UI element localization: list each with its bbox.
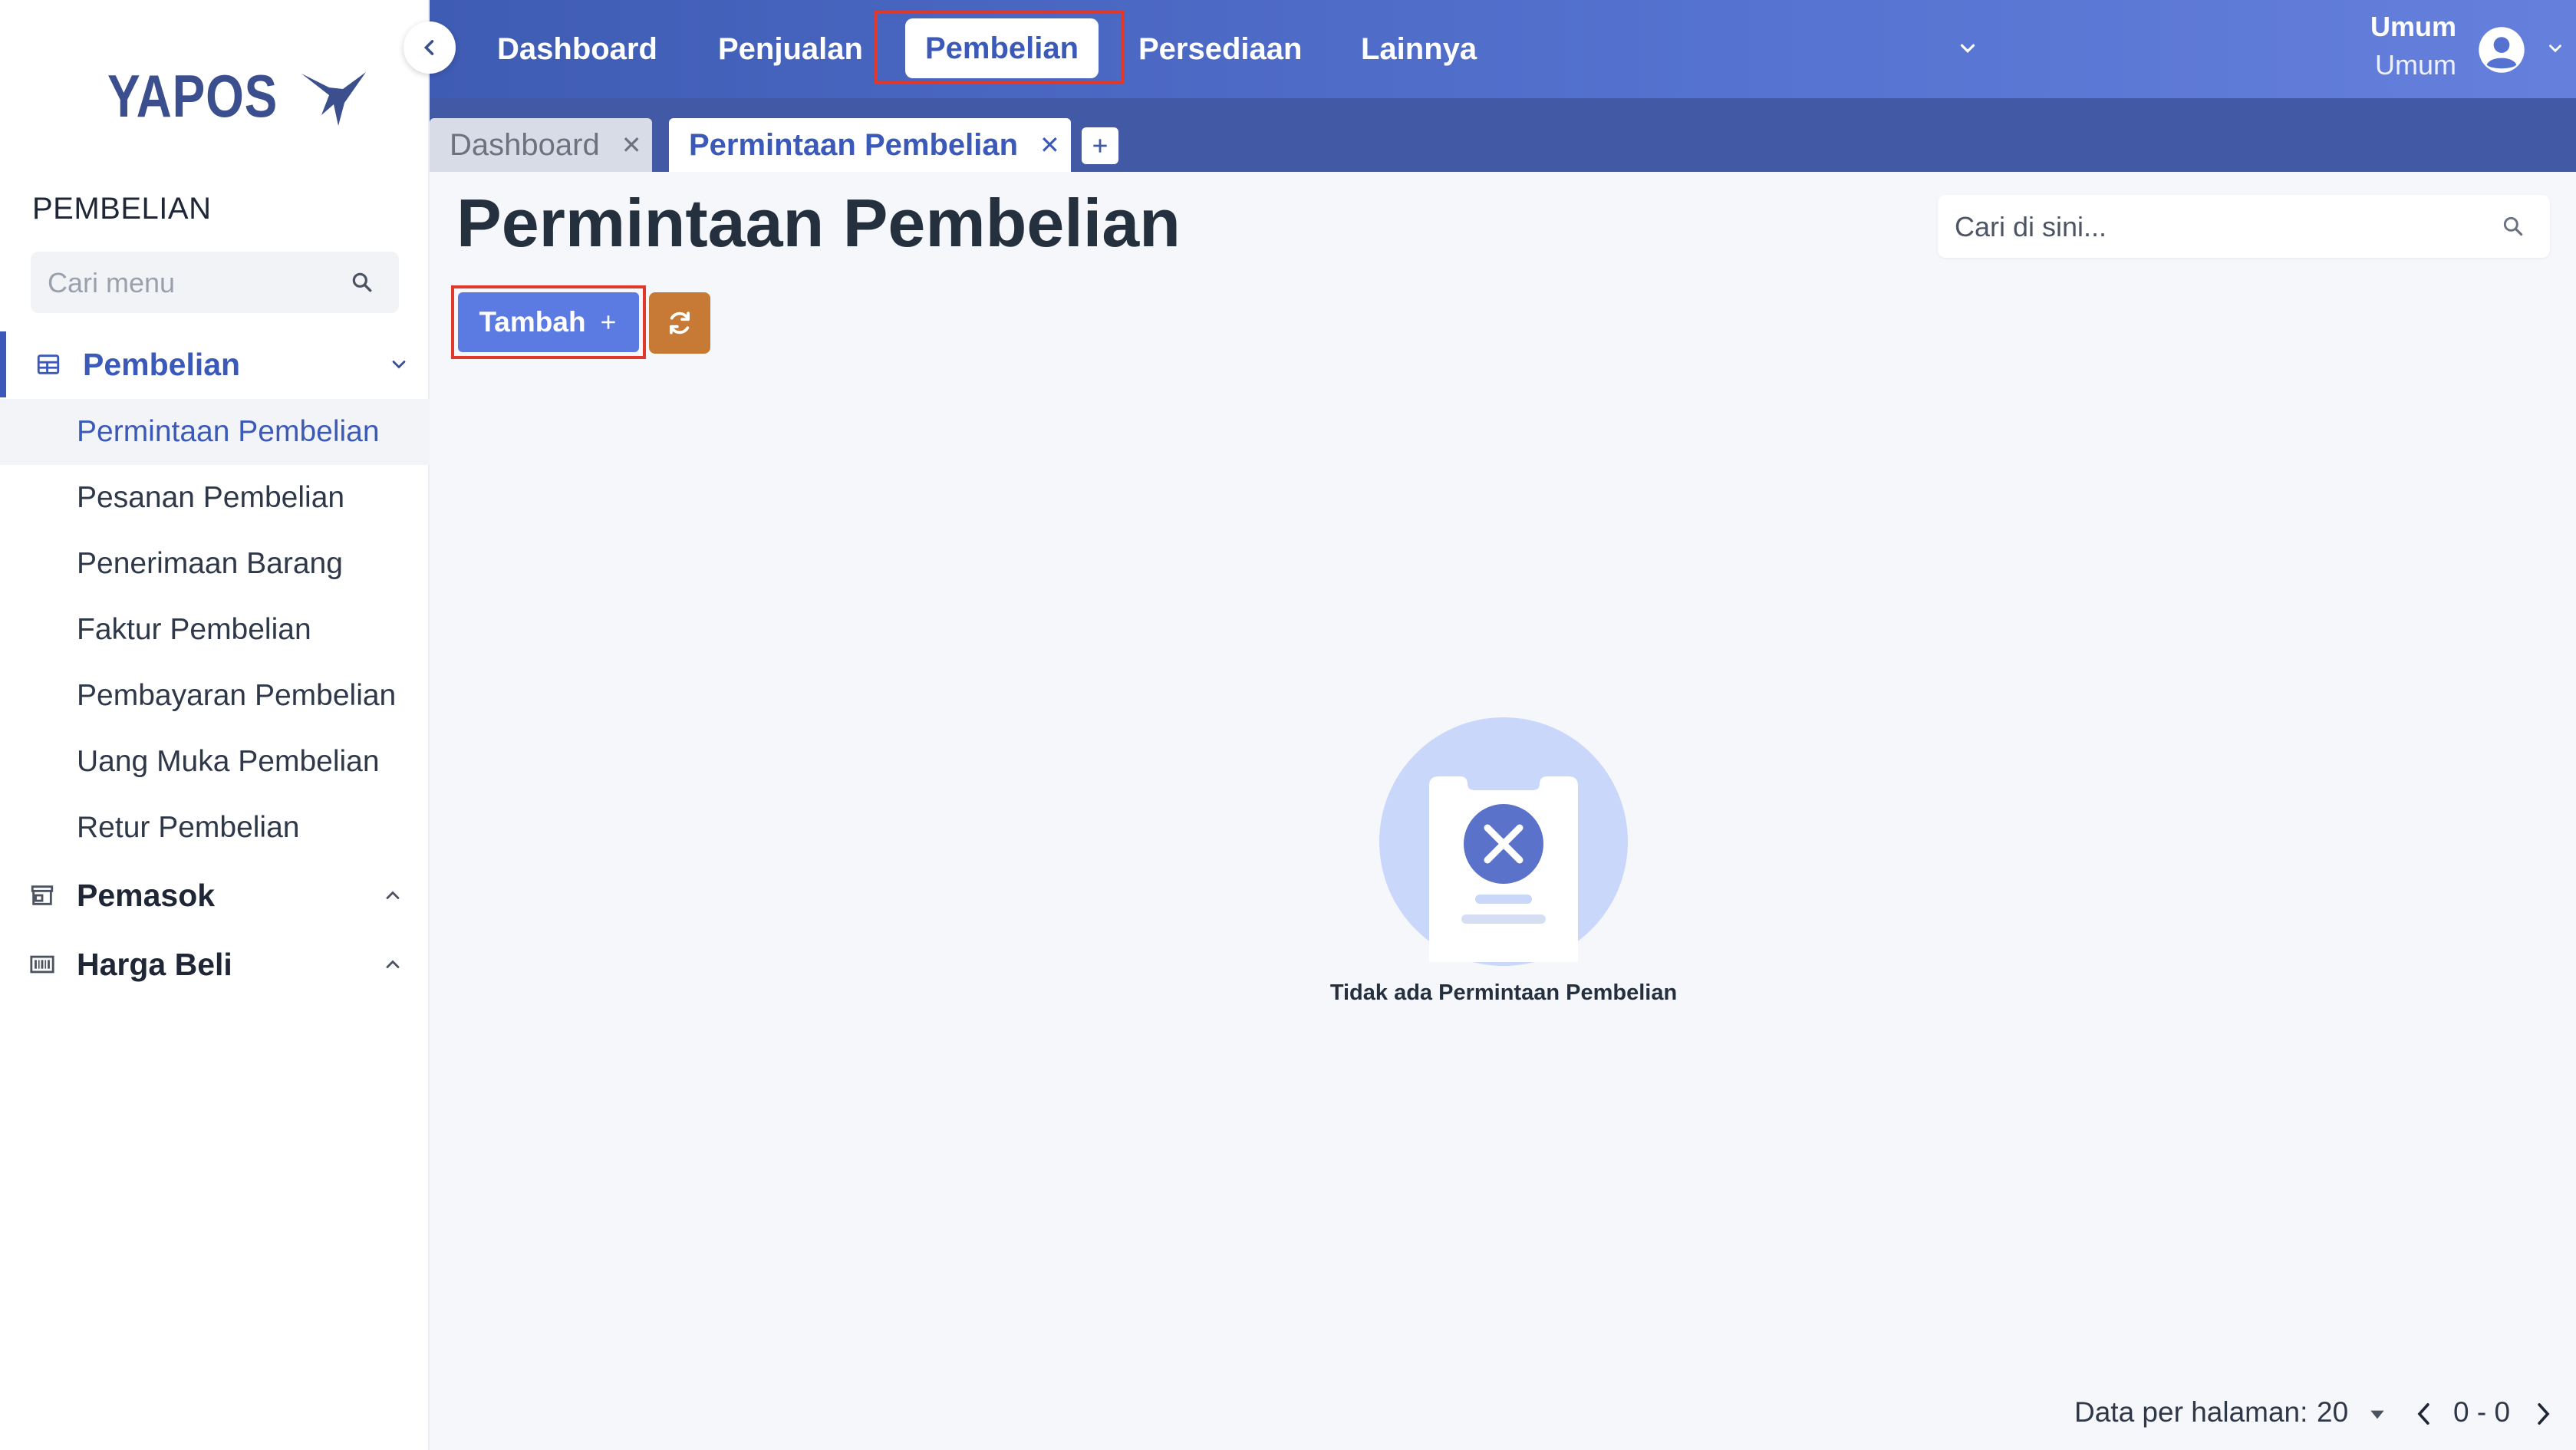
sidebar: YAPOS PEMBELIAN Pembelian Permintaan Pem… <box>0 0 430 1450</box>
empty-document-icon <box>1379 717 1628 966</box>
tab-permintaan-pembelian[interactable]: Permintaan Pembelian ✕ <box>669 118 1071 172</box>
nav-pembelian[interactable]: Pembelian <box>905 18 1099 78</box>
top-navigation-bar: Dashboard Penjualan Pembelian Persediaan… <box>430 0 2576 98</box>
nav-dashboard[interactable]: Dashboard <box>497 0 657 98</box>
user-menu[interactable]: Umum Umum <box>2346 0 2576 98</box>
barcode-icon <box>30 955 54 974</box>
chevron-right-icon[interactable] <box>2532 1401 2555 1427</box>
search-icon[interactable] <box>350 270 374 295</box>
sidebar-collapse-button[interactable] <box>404 21 456 74</box>
user-name: Umum <box>2370 11 2456 42</box>
caret-down-icon[interactable] <box>2367 1407 2387 1422</box>
add-tab-button[interactable] <box>1082 127 1118 164</box>
search-icon[interactable] <box>2501 214 2525 239</box>
chevron-up-icon <box>386 891 400 899</box>
plus-icon <box>1093 139 1107 153</box>
sidebar-group-label: Harga Beli <box>77 946 232 982</box>
sidebar-item-label: Pembayaran Pembelian <box>77 679 397 712</box>
table-icon <box>37 354 60 374</box>
menu-search <box>31 252 399 315</box>
menu-search-input[interactable] <box>46 252 356 315</box>
sidebar-item-label: Retur Pembelian <box>77 811 300 844</box>
chevron-up-icon <box>386 960 400 968</box>
tab-dashboard[interactable]: Dashboard ✕ <box>430 118 652 172</box>
add-button-label: Tambah <box>479 306 586 338</box>
bird-logo-icon <box>301 71 366 126</box>
per-page-label: Data per halaman: <box>2074 1396 2308 1428</box>
chevron-down-icon[interactable] <box>2545 38 2565 58</box>
sidebar-group-pembelian[interactable]: Pembelian <box>0 331 430 397</box>
sidebar-item-label: Faktur Pembelian <box>77 613 311 646</box>
search-input[interactable] <box>1953 195 2478 259</box>
per-page-select[interactable]: 20 <box>2317 1396 2348 1429</box>
sidebar-group-harga-beli[interactable]: Harga Beli <box>0 931 430 997</box>
sidebar-item-faktur-pembelian[interactable]: Faktur Pembelian <box>0 597 430 663</box>
sidebar-group-pemasok[interactable]: Pemasok <box>0 862 430 928</box>
nav-persediaan[interactable]: Persediaan <box>1138 0 1302 98</box>
sidebar-item-pembayaran-pembelian[interactable]: Pembayaran Pembelian <box>0 663 430 729</box>
sidebar-item-label: Uang Muka Pembelian <box>77 745 380 778</box>
brand-logo[interactable]: YAPOS <box>107 61 369 131</box>
sidebar-item-uang-muka-pembelian[interactable]: Uang Muka Pembelian <box>0 729 430 795</box>
store-icon <box>31 885 54 905</box>
nav-penjualan[interactable]: Penjualan <box>718 0 863 98</box>
sidebar-item-permintaan-pembelian[interactable]: Permintaan Pembelian <box>0 399 430 465</box>
sidebar-section-title: PEMBELIAN <box>32 192 212 226</box>
refresh-button[interactable] <box>649 292 710 354</box>
pagination-range: 0 - 0 <box>2453 1396 2511 1428</box>
user-avatar-icon[interactable] <box>2478 26 2525 74</box>
tab-label: Dashboard <box>450 127 600 162</box>
chevron-left-icon <box>423 40 434 55</box>
close-icon[interactable]: ✕ <box>621 130 642 160</box>
page-title: Permintaan Pembelian <box>456 185 1181 261</box>
sidebar-item-retur-pembelian[interactable]: Retur Pembelian <box>0 795 430 861</box>
tab-label: Permintaan Pembelian <box>689 127 1019 162</box>
plus-icon <box>601 315 615 329</box>
empty-state-message: Tidak ada Permintaan Pembelian <box>1329 980 1678 1005</box>
sidebar-item-label: Permintaan Pembelian <box>77 415 380 448</box>
nav-lainnya[interactable]: Lainnya <box>1361 0 1477 98</box>
sidebar-item-penerimaan-barang[interactable]: Penerimaan Barang <box>0 531 430 597</box>
add-button[interactable]: Tambah <box>458 292 639 352</box>
refresh-icon <box>670 311 690 334</box>
chevron-down-icon[interactable] <box>1956 37 1979 60</box>
content-search <box>1938 195 2550 259</box>
close-icon[interactable]: ✕ <box>1039 130 1060 160</box>
chevron-left-icon[interactable] <box>2413 1401 2436 1427</box>
sidebar-item-pesanan-pembelian[interactable]: Pesanan Pembelian <box>0 465 430 531</box>
brand-name: YAPOS <box>107 62 278 130</box>
sidebar-group-label: Pembelian <box>83 346 241 382</box>
sidebar-item-label: Pesanan Pembelian <box>77 481 345 514</box>
tab-strip: Dashboard ✕ Permintaan Pembelian ✕ <box>430 98 2576 172</box>
user-role: Umum <box>2375 49 2456 81</box>
chevron-down-icon <box>392 361 406 369</box>
sidebar-item-label: Penerimaan Barang <box>77 547 343 580</box>
sidebar-group-label: Pemasok <box>77 877 216 913</box>
